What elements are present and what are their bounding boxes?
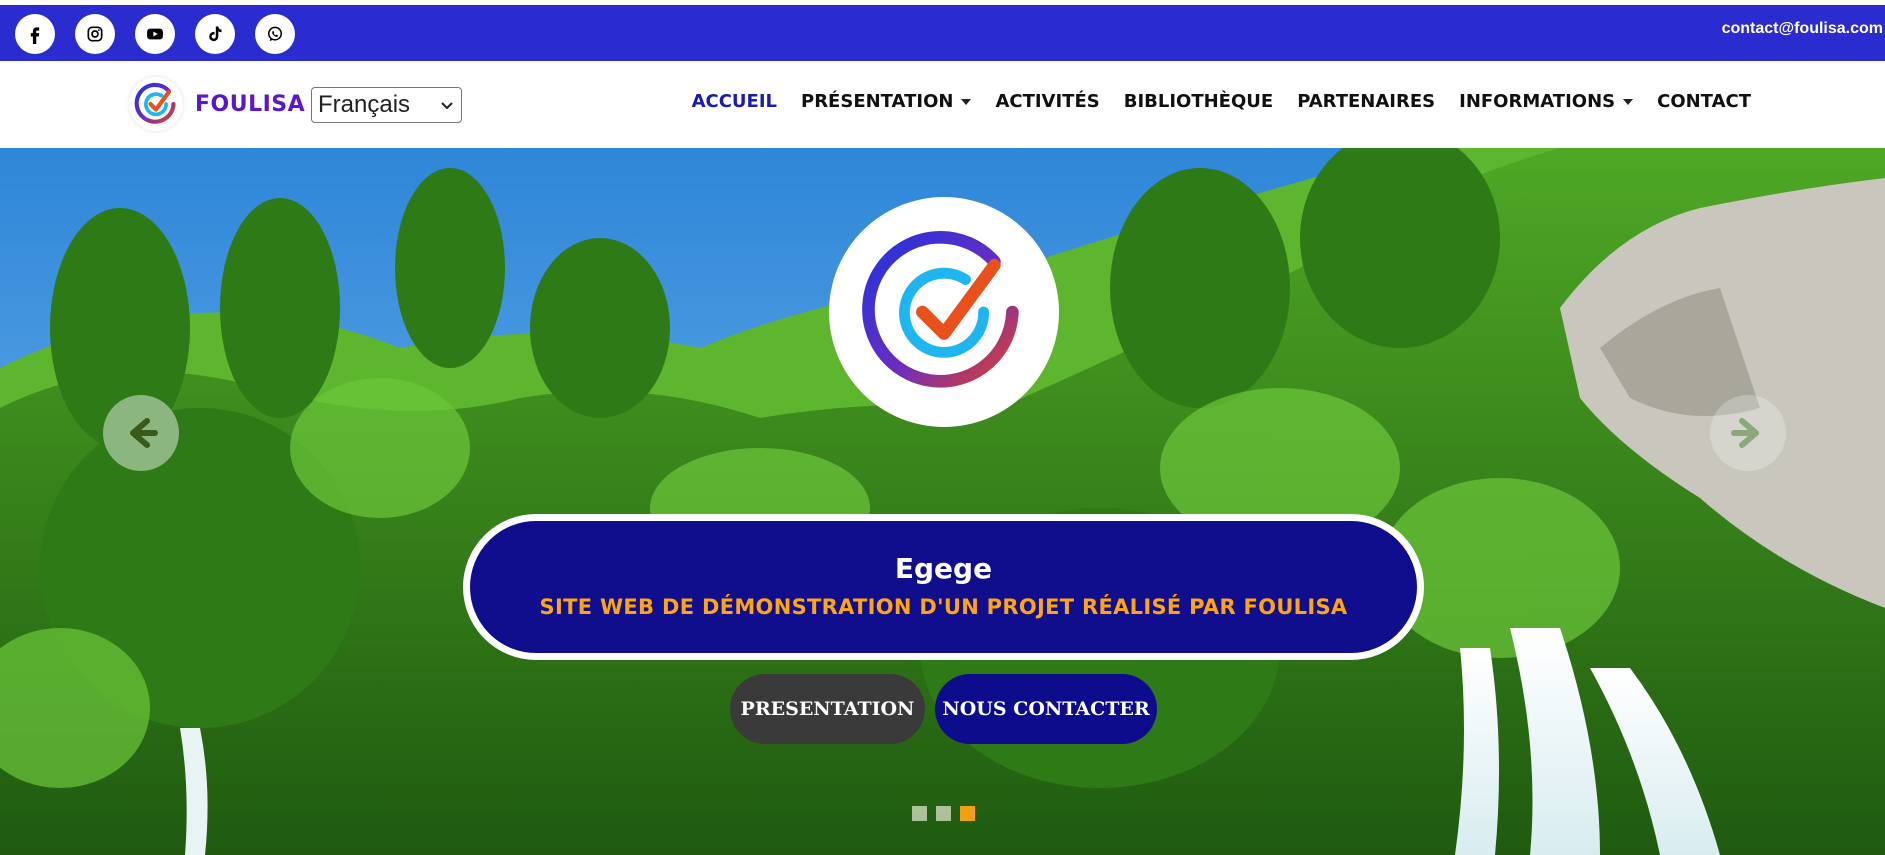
contact-us-button[interactable]: NOUS CONTACTER: [935, 674, 1157, 744]
nav-item-bibliotheque[interactable]: BIBLIOTHÈQUE: [1124, 91, 1273, 112]
tiktok-icon: [209, 26, 222, 42]
brand-name: FOULISA: [195, 91, 306, 117]
main-navbar: FOULISA Français ACCUEIL PRÉSENTATION AC…: [0, 61, 1885, 148]
instagram-link[interactable]: [75, 14, 115, 54]
brand-home-link[interactable]: FOULISA: [129, 77, 305, 131]
nav-item-accueil[interactable]: ACCUEIL: [692, 91, 777, 112]
arrow-right-icon: [1731, 418, 1759, 448]
nav-item-partenaires[interactable]: PARTENAIRES: [1297, 91, 1435, 112]
nav-item-contact[interactable]: CONTACT: [1657, 91, 1751, 112]
brand-logo: [129, 77, 183, 131]
instagram-icon: [87, 26, 103, 42]
nav-item-informations-label: INFORMATIONS: [1459, 91, 1616, 112]
facebook-link[interactable]: [15, 14, 55, 54]
caret-down-icon: [961, 98, 972, 105]
carousel-indicators: [912, 806, 975, 821]
tiktok-link[interactable]: [195, 14, 235, 54]
facebook-icon: [30, 27, 40, 44]
hero-logo: [829, 197, 1059, 427]
presentation-button[interactable]: PRESENTATION: [730, 674, 925, 744]
foulisa-logo-icon: [862, 231, 1019, 388]
hero-caption-title: Egege: [894, 551, 993, 585]
language-select[interactable]: Français: [311, 87, 462, 123]
caret-down-icon: [1623, 98, 1634, 105]
carousel-indicator-1[interactable]: [912, 806, 927, 821]
youtube-link[interactable]: [135, 14, 175, 54]
arrow-left-icon: [130, 418, 158, 448]
carousel-indicator-2[interactable]: [936, 806, 951, 821]
nav-item-informations[interactable]: INFORMATIONS: [1459, 91, 1634, 112]
carousel-prev-button[interactable]: [103, 395, 179, 471]
language-select-value: Français: [318, 91, 411, 118]
nav-item-presentation-label: PRÉSENTATION: [801, 91, 954, 112]
carousel-next-button[interactable]: [1710, 395, 1786, 471]
chevron-down-icon: [441, 102, 453, 110]
nav-item-presentation[interactable]: PRÉSENTATION: [801, 91, 972, 112]
nav-item-activites[interactable]: ACTIVITÉS: [995, 91, 1099, 112]
hero-carousel: Egege SITE WEB DE DÉMONSTRATION D'UN PRO…: [0, 148, 1885, 855]
youtube-icon: [147, 28, 163, 40]
nav-menu: ACCUEIL PRÉSENTATION ACTIVITÉS BIBLIOTHÈ…: [692, 91, 1751, 112]
contact-email[interactable]: contact@foulisa.com: [1722, 20, 1883, 38]
whatsapp-icon: [268, 26, 282, 42]
social-links: [15, 14, 295, 54]
hero-caption-subtitle: SITE WEB DE DÉMONSTRATION D'UN PROJET RÉ…: [539, 594, 1348, 619]
carousel-indicator-3[interactable]: [960, 806, 975, 821]
top-bar: contact@foulisa.com: [0, 5, 1885, 61]
hero-caption: Egege SITE WEB DE DÉMONSTRATION D'UN PRO…: [463, 514, 1424, 660]
whatsapp-link[interactable]: [255, 14, 295, 54]
foulisa-logo-icon: [134, 82, 176, 124]
